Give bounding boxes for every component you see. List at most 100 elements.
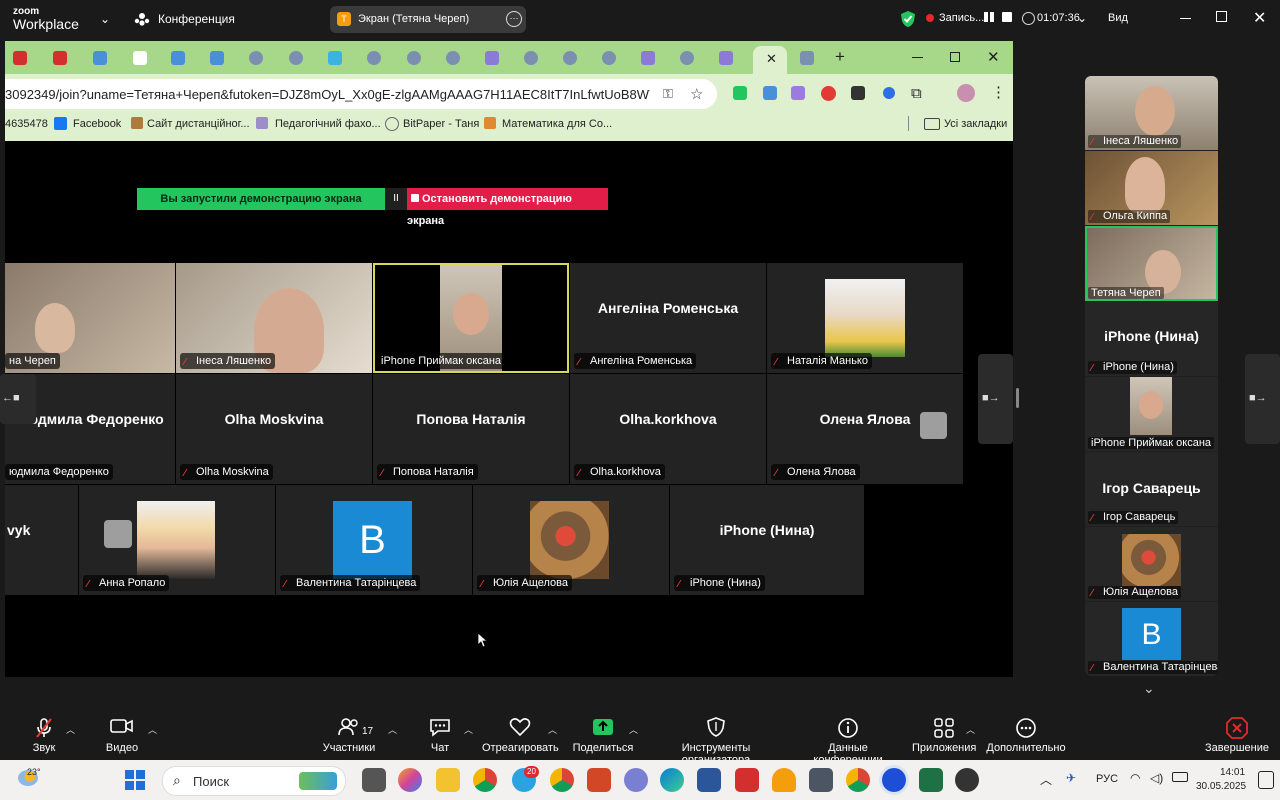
acrobat-icon[interactable] — [735, 768, 759, 792]
video-button[interactable]: Видео — [98, 711, 146, 760]
app-tab-icon[interactable] — [641, 51, 655, 65]
extension-icon[interactable] — [851, 86, 865, 100]
input-language[interactable]: РУС — [1096, 773, 1118, 785]
participants-button[interactable]: 17 Участники — [318, 711, 380, 760]
stop-record-icon[interactable] — [1002, 12, 1012, 22]
gallery-prev-page[interactable]: ←■ — [0, 374, 36, 424]
zoom-taskbar-icon[interactable] — [882, 768, 906, 792]
chat-caret-icon[interactable]: ︿ — [464, 723, 473, 736]
react-caret-icon[interactable]: ︿ — [548, 723, 557, 736]
active-tab[interactable]: ✕ — [753, 46, 787, 74]
adblock-icon[interactable] — [821, 86, 836, 101]
powerpoint-icon[interactable] — [587, 768, 611, 792]
timer-chevron-icon[interactable]: ⌄ — [1077, 11, 1087, 25]
all-bookmarks[interactable]: Усі закладки — [944, 118, 1007, 130]
calendar-tab-icon[interactable] — [210, 51, 224, 65]
participant-tile[interactable]: ⁄ Наталія Манько — [767, 263, 963, 373]
end-meeting-button[interactable]: Завершение — [1204, 711, 1270, 760]
pen-extension-icon[interactable] — [791, 86, 805, 100]
app-tab-icon[interactable] — [328, 51, 342, 65]
chat-button[interactable]: Чат — [420, 711, 460, 760]
participant-tile-active-speaker[interactable]: iPhone Приймак оксана — [373, 263, 569, 373]
participant-tile[interactable]: ⁄ Юлія Ащелова — [1085, 527, 1218, 601]
participant-tile[interactable]: vyk — [5, 485, 78, 595]
participant-tile[interactable]: ⁄ Інеса Ляшенко — [176, 263, 372, 373]
app-tab-icon[interactable] — [524, 51, 538, 65]
tab-close-icon[interactable]: ✕ — [766, 51, 777, 67]
participants-caret-icon[interactable]: ︿ — [388, 723, 397, 736]
extension-dot-icon[interactable] — [883, 87, 895, 99]
app-tab-icon[interactable] — [800, 51, 814, 65]
pause-share-button[interactable]: II — [385, 188, 407, 210]
participant-tile[interactable]: ⁄ Інеса Ляшенко — [1085, 76, 1218, 150]
participant-tile[interactable]: iPhone (Нина) ⁄ iPhone (Нина) — [1085, 302, 1218, 376]
kebab-menu-icon[interactable]: ⋮ — [991, 83, 1006, 101]
calculator-icon[interactable] — [809, 768, 833, 792]
app-tab-icon[interactable] — [485, 51, 499, 65]
chrome-icon[interactable] — [473, 768, 497, 792]
file-explorer-icon[interactable] — [436, 768, 460, 792]
app-tab-icon[interactable] — [367, 51, 381, 65]
bookmark-item[interactable]: 4635478 — [5, 118, 48, 130]
star-icon[interactable]: ☆ — [690, 85, 703, 103]
browser-restore-icon[interactable] — [950, 52, 960, 62]
maximize-icon[interactable] — [1216, 11, 1227, 22]
react-button[interactable]: Отреагировать — [482, 711, 559, 760]
app-tab-icon[interactable] — [563, 51, 577, 65]
participant-tile-self[interactable]: Тетяна Череп — [1085, 226, 1218, 301]
view-menu[interactable]: Вид — [1108, 12, 1128, 24]
participant-tile[interactable]: Ангеліна Роменська ⁄ Ангеліна Роменська — [570, 263, 766, 373]
panel-next-page[interactable]: ■→ — [1245, 354, 1280, 444]
browser-close-icon[interactable]: ✕ — [987, 48, 1000, 66]
cloud-app-icon[interactable] — [772, 768, 796, 792]
pdf-tab-icon[interactable] — [53, 51, 67, 65]
chevron-down-icon[interactable]: ⌄ — [100, 12, 110, 26]
extension-shield-icon[interactable] — [733, 86, 747, 100]
task-view-icon[interactable] — [362, 768, 386, 792]
edge-icon[interactable] — [660, 768, 684, 792]
clock-date[interactable]: 30.05.2025 — [1196, 781, 1246, 792]
chrome-icon-2[interactable] — [846, 768, 870, 792]
panel-scroll-down-icon[interactable]: ⌄ — [1143, 680, 1155, 697]
more-button[interactable]: Дополнительно — [986, 711, 1066, 760]
minimize-icon[interactable] — [1180, 18, 1191, 19]
profile-avatar[interactable] — [957, 84, 975, 102]
bookmark-item[interactable]: Facebook — [73, 118, 121, 130]
pdf-tab-icon[interactable] — [13, 51, 27, 65]
app-icon[interactable] — [624, 768, 648, 792]
more-icon[interactable]: ··· — [506, 11, 522, 27]
wifi-icon[interactable]: ◠ — [1130, 771, 1140, 785]
volume-icon[interactable]: ◁) — [1150, 771, 1163, 785]
apps-caret-icon[interactable]: ︿ — [966, 723, 975, 736]
participant-tile[interactable]: iPhone (Нина) ⁄ iPhone (Нина) — [670, 485, 864, 595]
new-tab-button[interactable]: + — [835, 47, 845, 67]
share-screen-button[interactable]: Поделиться — [570, 711, 636, 760]
app-icon-cm[interactable] — [955, 768, 979, 792]
shield-check-icon[interactable] — [900, 10, 916, 33]
participant-tile[interactable]: ⁄ Анна Ропало — [79, 485, 275, 595]
audio-button[interactable]: Звук — [22, 711, 66, 760]
participant-tile[interactable]: на Череп — [5, 263, 175, 373]
participant-tile[interactable]: Олена Ялова ⁄ Олена Ялова — [767, 374, 963, 484]
close-icon[interactable]: ✕ — [1253, 8, 1266, 28]
screen-share-pill[interactable]: Т Экран (Тетяна Череп) ··· — [330, 6, 526, 33]
url-text[interactable]: 3092349/join?uname=Тетяна+Череп&futoken=… — [5, 87, 650, 102]
notifications-icon[interactable] — [1258, 771, 1274, 789]
app-tab-icon[interactable] — [407, 51, 421, 65]
word-icon[interactable] — [697, 768, 721, 792]
chrome-profile-icon[interactable] — [550, 768, 574, 792]
app-tab-icon[interactable] — [719, 51, 733, 65]
participant-tile[interactable]: ⁄ Ольга Киппа — [1085, 151, 1218, 225]
taskbar-search[interactable]: ⌕ Поиск — [162, 766, 346, 796]
doc-tab-icon[interactable] — [133, 51, 147, 65]
participant-tile[interactable]: ⁄ Юлія Ащелова — [473, 485, 669, 595]
participant-tile[interactable]: Olha Moskvina ⁄ Olha Moskvina — [176, 374, 372, 484]
host-tools-button[interactable]: Инструменты организатора — [648, 711, 784, 766]
app-tab-icon[interactable] — [446, 51, 460, 65]
app-tab-icon[interactable] — [680, 51, 694, 65]
app-tab-icon[interactable] — [602, 51, 616, 65]
bookmark-item[interactable]: Сайт дистанційног... — [147, 118, 250, 130]
stop-share-button[interactable]: Остановить демонстрацию экрана — [407, 188, 608, 227]
key-icon[interactable]: ⚿ — [663, 86, 673, 102]
share-caret-icon[interactable]: ︿ — [629, 723, 638, 736]
